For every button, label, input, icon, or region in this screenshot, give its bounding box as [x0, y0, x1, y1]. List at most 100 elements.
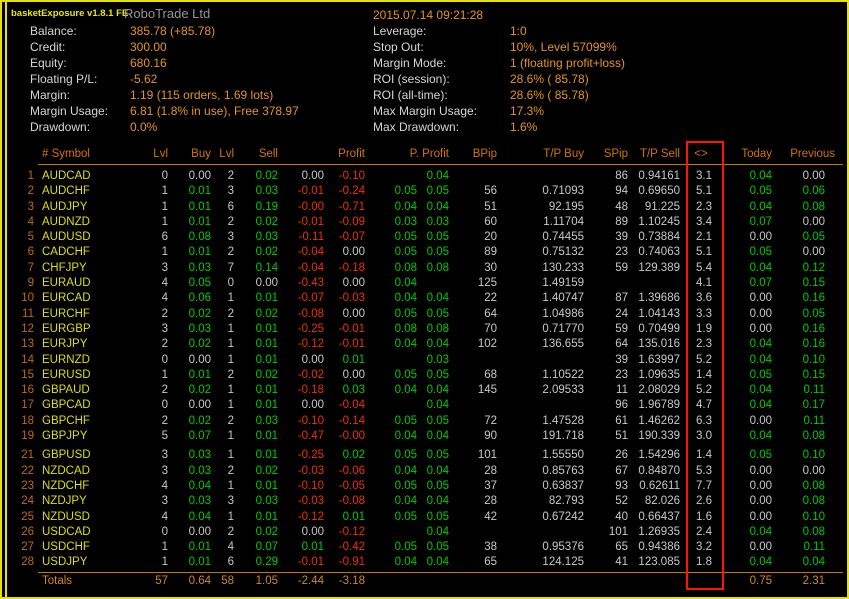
cell-tp-buy: 0.71093	[499, 184, 586, 199]
table-row: 9EURAUD40.0500.00-0.430.000.041251.49159…	[10, 276, 827, 291]
cell-buy-level: 4	[134, 276, 170, 291]
cell-buy-pips: 60	[451, 215, 499, 230]
cell-buy-potential-profit	[367, 398, 419, 413]
table-header-today: Today	[720, 146, 774, 163]
cell-buy-profit: -0.25	[280, 448, 326, 463]
cell-sell-level: 0	[213, 276, 236, 291]
cell-buy-potential-profit: 0.04	[367, 555, 419, 570]
cell-buy-profit: 0.00	[280, 398, 326, 413]
cell-buy-potential-profit	[367, 574, 419, 589]
table-row: 12EURGBP30.0310.01-0.25-0.010.080.08700.…	[10, 322, 827, 337]
cell-buy-pips	[451, 525, 499, 540]
cell-spread: 5.4	[682, 261, 720, 276]
table-rows: 1AUDCAD00.0020.020.00-0.100.04860.941613…	[10, 169, 827, 571]
cell-tp-sell: 0.69650	[630, 184, 682, 199]
stat-label: ROI (session):	[373, 71, 510, 87]
table-header-symbol: # Symbol	[36, 146, 134, 163]
cell-buy-lots: 0.00	[170, 525, 213, 540]
cell-sell-pips: 59	[586, 261, 630, 276]
cell-buy-profit: -0.04	[280, 261, 326, 276]
cell-buy-level: 3	[134, 448, 170, 463]
cell-today: 0.04	[720, 398, 774, 413]
cell-spread: 2.6	[682, 494, 720, 509]
cell-today: 0.04	[720, 169, 774, 184]
cell-sell-profit: -0.01	[326, 337, 367, 352]
cell-sell-pips: 41	[586, 555, 630, 570]
cell-row-number: 2	[10, 184, 36, 199]
cell-tp-sell: 1.10245	[630, 215, 682, 230]
cell-sell-lots: 0.01	[236, 398, 280, 413]
cell-buy-potential-profit: 0.04	[367, 464, 419, 479]
cell-buy-potential-profit: 0.04	[367, 200, 419, 215]
stat-value: 300.00	[130, 40, 167, 54]
cell-sell-pips: 52	[586, 494, 630, 509]
cell-sell-lots: 0.14	[236, 261, 280, 276]
stat-label: Drawdown:	[30, 119, 130, 135]
cell-symbol: AUDCAD	[36, 169, 134, 184]
cell-buy-potential-profit: 0.04	[367, 337, 419, 352]
cell-sell-profit: 0.00	[326, 368, 367, 383]
cell-buy-lots: 0.08	[170, 230, 213, 245]
cell-sell-lots: 0.01	[236, 291, 280, 306]
cell-sell-profit: -0.12	[326, 525, 367, 540]
cell-sell-lots: 0.02	[236, 464, 280, 479]
cell-buy-lots: 0.03	[170, 464, 213, 479]
cell-row-number: 24	[10, 494, 36, 509]
cell-tp-sell: 1.54296	[630, 448, 682, 463]
cell-today: 0.00	[720, 230, 774, 245]
cell-symbol: GBPCAD	[36, 398, 134, 413]
cell-sell-profit: -0.01	[326, 322, 367, 337]
cell-tp-buy: 1.49159	[499, 276, 586, 291]
cell-row-number: 1	[10, 169, 36, 184]
cell-spread: 3.1	[682, 169, 720, 184]
cell-previous: 0.05	[774, 230, 827, 245]
table-header-row: # Symbol Lvl Buy Lvl Sell Profit P. Prof…	[10, 146, 827, 163]
cell-tp-sell: 1.96789	[630, 398, 682, 413]
cell-today: 0.00	[720, 494, 774, 509]
stat-label: Margin Usage:	[30, 103, 130, 119]
cell-sell-lots: 0.02	[236, 368, 280, 383]
stat-label: Credit:	[30, 39, 130, 55]
cell-sell-profit: -0.24	[326, 184, 367, 199]
cell-previous: 0.08	[774, 200, 827, 215]
cell-buy-potential-profit: 0.05	[367, 245, 419, 260]
cell-row-number: 16	[10, 383, 36, 398]
cell-previous: 0.10	[774, 510, 827, 525]
cell-buy-level: 6	[134, 230, 170, 245]
cell-buy-pips: 68	[451, 368, 499, 383]
stat-value: 680.16	[130, 56, 167, 70]
cell-sell-pips	[586, 574, 630, 589]
stat-value: 17.3%	[510, 104, 544, 118]
cell-buy-level: 5	[134, 429, 170, 444]
cell-sell-pips: 94	[586, 184, 630, 199]
cell-buy-profit: -0.04	[280, 245, 326, 260]
cell-spread	[682, 574, 720, 589]
table-row: 3AUDJPY10.0160.19-0.00-0.710.040.045192.…	[10, 200, 827, 215]
table-row: 26USDCAD00.0020.020.00-0.120.041011.2693…	[10, 525, 827, 540]
cell-buy-pips: 101	[451, 448, 499, 463]
stat-roi-alltime: ROI (all-time):28.6% ( 85.78)	[373, 87, 625, 103]
cell-tp-sell: 1.04143	[630, 307, 682, 322]
cell-sell-profit: -0.91	[326, 555, 367, 570]
cell-tp-sell: 1.09635	[630, 368, 682, 383]
cell-sell-pips: 96	[586, 398, 630, 413]
cell-today: 0.04	[720, 555, 774, 570]
cell-tp-buy	[499, 169, 586, 184]
cell-buy-profit: -0.43	[280, 276, 326, 291]
cell-sell-profit: 0.03	[326, 383, 367, 398]
cell-row-number: 26	[10, 525, 36, 540]
table-row: 5AUDUSD60.0830.03-0.11-0.070.050.05200.7…	[10, 230, 827, 245]
cell-buy-level: 4	[134, 510, 170, 525]
stat-label: ROI (all-time):	[373, 87, 510, 103]
cell-previous: 0.16	[774, 322, 827, 337]
table-row: 23NZDCHF40.0410.01-0.10-0.050.050.05370.…	[10, 479, 827, 494]
cell-sell-profit: -0.18	[326, 261, 367, 276]
cell-sell-potential-profit: 0.03	[419, 215, 451, 230]
cell-buy-profit: -0.01	[280, 184, 326, 199]
cell-buy-pips: 65	[451, 555, 499, 570]
table-header-previous: Previous	[784, 146, 837, 163]
cell-buy-potential-profit: 0.05	[367, 510, 419, 525]
cell-sell-lots: 0.03	[236, 230, 280, 245]
cell-previous: 0.00	[774, 464, 827, 479]
cell-buy-potential-profit: 0.08	[367, 261, 419, 276]
